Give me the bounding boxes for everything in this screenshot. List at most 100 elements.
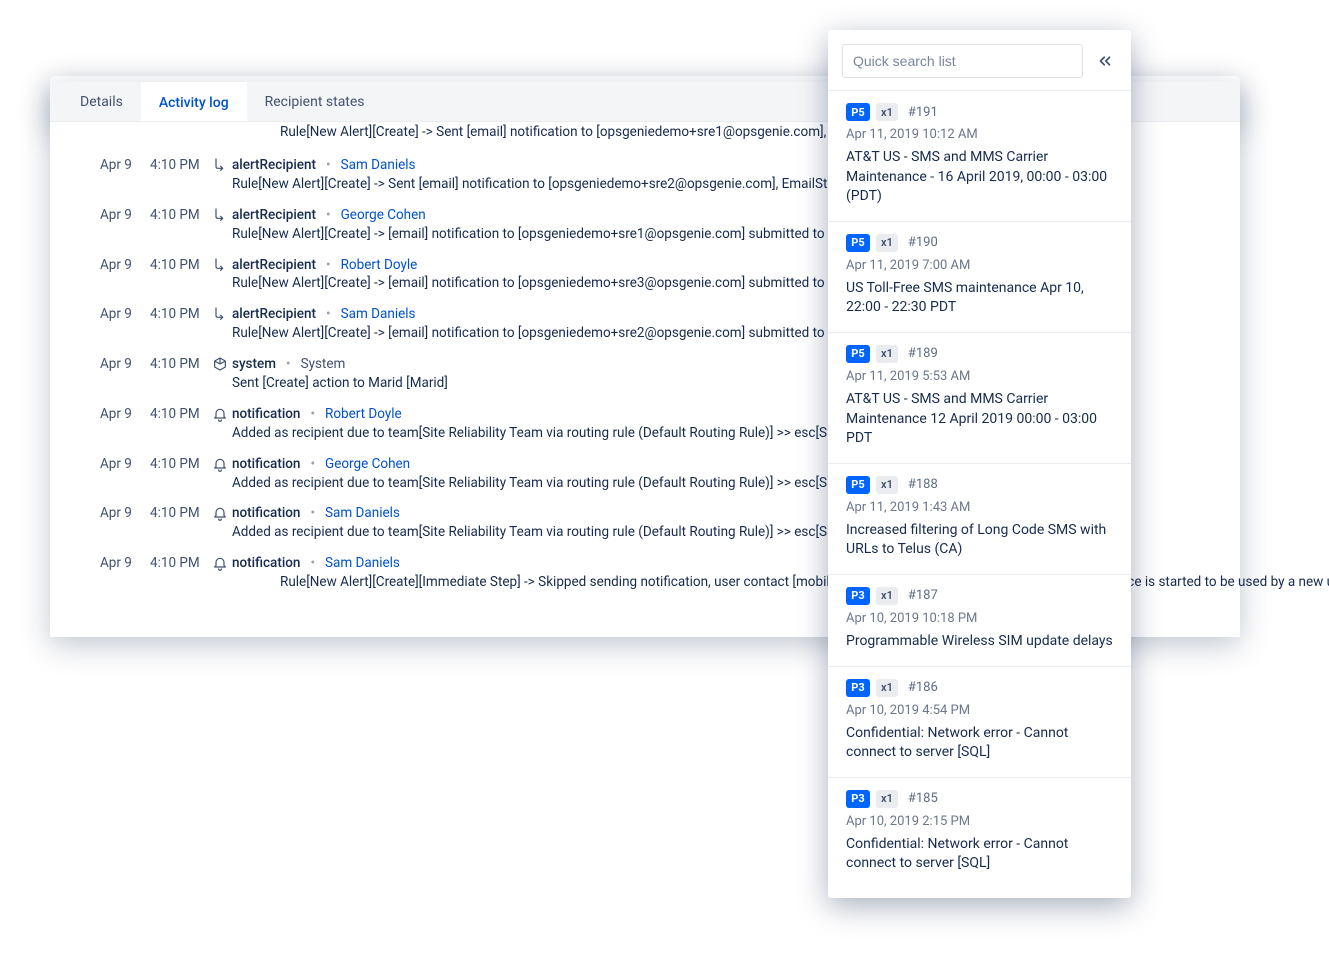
bell-icon xyxy=(212,456,228,472)
chevrons-left-icon xyxy=(1096,52,1114,70)
log-time: 4:10 PM xyxy=(150,305,208,343)
alert-timestamp: Apr 10, 2019 10:18 PM xyxy=(846,611,1113,626)
alert-item[interactable]: P3 x1 #185 Apr 10, 2019 2:15 PM Confiden… xyxy=(828,777,1131,888)
priority-badge: P5 xyxy=(846,345,870,363)
alert-item[interactable]: P5 x1 #189 Apr 11, 2019 5:53 AM AT&T US … xyxy=(828,332,1131,463)
log-date: Apr 9 xyxy=(100,405,150,443)
search-input[interactable] xyxy=(842,44,1083,78)
log-date: Apr 9 xyxy=(100,256,150,294)
alert-id: #187 xyxy=(908,588,938,603)
log-date: Apr 9 xyxy=(100,455,150,493)
log-date: Apr 9 xyxy=(100,355,150,393)
log-time: 4:10 PM xyxy=(150,455,208,493)
log-type-icon xyxy=(208,405,232,443)
tab-activity-log[interactable]: Activity log xyxy=(141,82,247,121)
alert-item[interactable]: P5 x1 #191 Apr 11, 2019 10:12 AM AT&T US… xyxy=(828,90,1131,221)
log-type-icon xyxy=(208,355,232,393)
separator-dot: • xyxy=(326,256,331,275)
alert-item[interactable]: P5 x1 #188 Apr 11, 2019 1:43 AM Increase… xyxy=(828,463,1131,574)
alert-timestamp: Apr 11, 2019 10:12 AM xyxy=(846,127,1113,142)
log-time: 4:10 PM xyxy=(150,554,208,609)
log-date: Apr 9 xyxy=(100,554,150,609)
tab-details[interactable]: Details xyxy=(62,82,141,121)
count-badge: x1 xyxy=(876,476,898,494)
log-type: notification xyxy=(232,554,300,573)
alerts-side-panel: P5 x1 #191 Apr 11, 2019 10:12 AM AT&T US… xyxy=(828,30,1131,898)
priority-badge: P3 xyxy=(846,790,870,808)
log-time: 4:10 PM xyxy=(150,256,208,294)
tab-recipient-states[interactable]: Recipient states xyxy=(247,82,383,121)
system-icon xyxy=(212,356,228,372)
log-type: alertRecipient xyxy=(232,256,316,275)
alert-title: Confidential: Network error - Cannot con… xyxy=(846,724,1113,763)
alert-item[interactable]: P3 x1 #187 Apr 10, 2019 10:18 PM Program… xyxy=(828,574,1131,666)
log-actor[interactable]: George Cohen xyxy=(325,455,410,474)
recipient-icon xyxy=(212,207,228,223)
alert-item[interactable]: P3 x1 #186 Apr 10, 2019 4:54 PM Confiden… xyxy=(828,666,1131,777)
log-time: 4:10 PM xyxy=(150,405,208,443)
alert-title: AT&T US - SMS and MMS Carrier Maintenanc… xyxy=(846,148,1113,207)
count-badge: x1 xyxy=(876,103,898,121)
log-type-icon xyxy=(208,504,232,542)
collapse-panel-button[interactable] xyxy=(1093,49,1117,73)
alert-timestamp: Apr 11, 2019 7:00 AM xyxy=(846,258,1113,273)
log-type: alertRecipient xyxy=(232,206,316,225)
log-actor[interactable]: Sam Daniels xyxy=(341,305,416,324)
log-time: 4:10 PM xyxy=(150,504,208,542)
log-type-icon xyxy=(208,206,232,244)
separator-dot: • xyxy=(310,504,315,523)
alert-id: #185 xyxy=(908,791,938,806)
separator-dot: • xyxy=(310,554,315,573)
log-type-icon xyxy=(208,455,232,493)
log-type-icon xyxy=(208,156,232,194)
log-type-icon xyxy=(208,256,232,294)
alert-title: AT&T US - SMS and MMS Carrier Maintenanc… xyxy=(846,390,1113,449)
log-actor[interactable]: Sam Daniels xyxy=(341,156,416,175)
log-type: alertRecipient xyxy=(232,156,316,175)
log-date: Apr 9 xyxy=(100,206,150,244)
alert-title: Confidential: Network error - Cannot con… xyxy=(846,835,1113,874)
count-badge: x1 xyxy=(876,345,898,363)
count-badge: x1 xyxy=(876,234,898,252)
priority-badge: P5 xyxy=(846,103,870,121)
log-date: Apr 9 xyxy=(100,305,150,343)
log-time: 4:10 PM xyxy=(150,355,208,393)
alert-id: #190 xyxy=(908,235,938,250)
alert-id: #191 xyxy=(908,105,938,120)
log-time: 4:10 PM xyxy=(150,206,208,244)
bell-icon xyxy=(212,555,228,571)
separator-dot: • xyxy=(326,305,331,324)
log-actor[interactable]: Sam Daniels xyxy=(325,504,400,523)
priority-badge: P5 xyxy=(846,234,870,252)
separator-dot: • xyxy=(286,355,291,374)
priority-badge: P3 xyxy=(846,679,870,697)
log-time: 4:10 PM xyxy=(150,156,208,194)
alert-timestamp: Apr 10, 2019 4:54 PM xyxy=(846,703,1113,718)
separator-dot: • xyxy=(326,206,331,225)
count-badge: x1 xyxy=(876,790,898,808)
alert-item[interactable]: P5 x1 #190 Apr 11, 2019 7:00 AM US Toll-… xyxy=(828,221,1131,332)
priority-badge: P3 xyxy=(846,587,870,605)
log-date: Apr 9 xyxy=(100,504,150,542)
recipient-icon xyxy=(212,157,228,173)
log-actor[interactable]: George Cohen xyxy=(341,206,426,225)
recipient-icon xyxy=(212,306,228,322)
alert-timestamp: Apr 10, 2019 2:15 PM xyxy=(846,814,1113,829)
alert-id: #188 xyxy=(908,477,938,492)
recipient-icon xyxy=(212,257,228,273)
bell-icon xyxy=(212,406,228,422)
log-actor[interactable]: Sam Daniels xyxy=(325,554,400,573)
log-type: alertRecipient xyxy=(232,305,316,324)
alert-list: P5 x1 #191 Apr 11, 2019 10:12 AM AT&T US… xyxy=(828,90,1131,888)
log-actor[interactable]: Robert Doyle xyxy=(341,256,418,275)
count-badge: x1 xyxy=(876,679,898,697)
separator-dot: • xyxy=(310,405,315,424)
log-actor[interactable]: Robert Doyle xyxy=(325,405,402,424)
log-type: system xyxy=(232,355,276,374)
log-message: Rule[New Alert][Create][Immediate Step] … xyxy=(280,573,1329,592)
separator-dot: • xyxy=(310,455,315,474)
log-type-icon xyxy=(208,554,232,609)
log-type: notification xyxy=(232,504,300,523)
count-badge: x1 xyxy=(876,587,898,605)
separator-dot: • xyxy=(326,156,331,175)
